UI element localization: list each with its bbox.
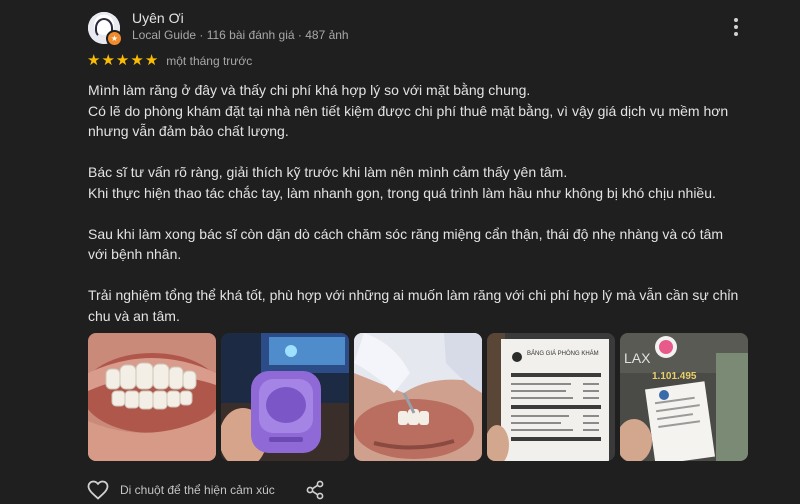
review-line: Trải nghiệm tổng thể khá tốt, phù hợp vớ… (88, 287, 739, 303)
author-name[interactable]: Uyên Ơi (132, 10, 184, 26)
review-line: Mình làm răng ở đây và thấy chi phí khá … (88, 82, 531, 98)
star-icon: ★ (101, 52, 115, 69)
star-icon: ★ (87, 52, 101, 69)
review-text: Mình làm răng ở đây và thấy chi phí khá … (88, 80, 768, 347)
review-line: nhưng vẫn đảm bảo chất lượng. (88, 123, 289, 139)
review-photo-5[interactable]: LAX 1.101.495 (620, 333, 748, 461)
review-paragraph: Sau khi làm xong bác sĩ còn dặn dò cách … (88, 224, 768, 265)
heart-outline-icon (87, 480, 109, 500)
review-photos: BẢNG GIÁ PHÒNG KHÁM LAX 1.101.495 (88, 333, 748, 461)
share-icon (306, 480, 324, 500)
review-photo-1[interactable] (88, 333, 216, 461)
share-button[interactable] (305, 480, 325, 500)
review-actions: Di chuột để thể hiện cảm xúc (86, 478, 325, 502)
star-icon: ★ (130, 52, 144, 69)
review-line: Bác sĩ tư vấn rõ ràng, giải thích kỹ trư… (88, 164, 568, 180)
review-paragraph: Bác sĩ tư vấn rõ ràng, giải thích kỹ trư… (88, 162, 768, 203)
more-options-button[interactable] (726, 14, 746, 40)
price-sheet-title: BẢNG GIÁ PHÒNG KHÁM (527, 350, 599, 357)
review-photo-2[interactable] (221, 333, 349, 461)
review-line: với bệnh nhân. (88, 246, 182, 262)
review-line: chu và an tâm. (88, 307, 180, 324)
star-icon: ★ (115, 52, 130, 69)
signage-phone: 1.101.495 (652, 371, 697, 382)
like-button[interactable]: Di chuột để thể hiện cảm xúc (86, 478, 275, 502)
avatar[interactable]: ★ (88, 12, 123, 47)
signage-text: LAX (624, 350, 651, 366)
review-line: Sau khi làm xong bác sĩ còn dặn dò cách … (88, 225, 724, 242)
review-paragraph: Trải nghiệm tổng thể khá tốt, phù hợp vớ… (88, 285, 768, 326)
review-photo-4[interactable]: BẢNG GIÁ PHÒNG KHÁM (487, 333, 615, 461)
review-time: một tháng trước (166, 54, 253, 68)
review-line: Khi thực hiện thao tác chắc tay, làm nha… (88, 184, 716, 201)
rating-row: ★ ★ ★ ★ ★ một tháng trước (87, 53, 252, 69)
review-line: Có lẽ do phòng khám đặt tại nhà nên tiết… (88, 102, 729, 119)
star-rating: ★ ★ ★ ★ ★ (87, 53, 158, 69)
star-icon: ★ (144, 52, 159, 69)
review-card: ★ Uyên Ơi Local Guide · 116 bài đánh giá… (0, 0, 800, 504)
review-photo-3[interactable] (354, 333, 482, 461)
author-meta[interactable]: Local Guide · 116 bài đánh giá · 487 ảnh (132, 28, 349, 42)
review-paragraph: Mình làm răng ở đây và thấy chi phí khá … (88, 80, 768, 142)
like-label: Di chuột để thể hiện cảm xúc (120, 483, 275, 497)
more-vert-icon (734, 18, 738, 22)
local-guide-badge-icon: ★ (106, 30, 123, 47)
